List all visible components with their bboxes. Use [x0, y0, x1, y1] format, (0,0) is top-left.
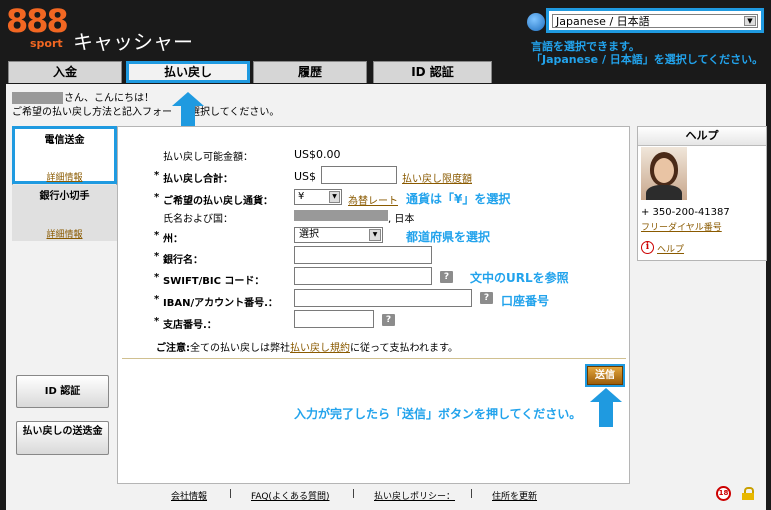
- username-redacted: [12, 92, 63, 104]
- logo-888: 888: [6, 2, 69, 40]
- tab-deposit[interactable]: 入金: [8, 61, 122, 83]
- help-phone: + 350-200-41387: [641, 207, 730, 218]
- required-mark: *: [154, 251, 160, 262]
- divider: [122, 358, 626, 359]
- greeting-line-2: ご希望の払い戻し方法と記入フォー 選択してください。: [12, 106, 279, 119]
- tab-withdraw[interactable]: 払い戻し: [126, 61, 250, 83]
- iban-annotation: 口座番号: [501, 294, 550, 308]
- id-verify-button[interactable]: ID 認証: [16, 375, 109, 408]
- state-select-value: 選択: [299, 229, 319, 240]
- method-title: 電信送金: [44, 135, 85, 146]
- arrow-stem: [181, 106, 195, 128]
- notice-text: ご注意:全ての払い戻しは弊社払い戻し規約に従って支払われます。: [156, 339, 458, 354]
- footer-link-company[interactable]: 会社情報: [171, 489, 207, 502]
- name-redacted: [294, 210, 388, 221]
- required-mark: *: [154, 230, 160, 241]
- available-label: 払い戻し可能金額：: [163, 152, 253, 163]
- footer-sep: |: [229, 489, 233, 499]
- arrow-up-icon: [172, 92, 204, 106]
- state-annotation: 都道府県を選択: [406, 230, 491, 244]
- bank-name-input[interactable]: [294, 246, 432, 264]
- address-button[interactable]: 払い戻しの送迭金: [16, 421, 109, 455]
- name-country-suffix: , 日本: [388, 214, 415, 225]
- currency-select[interactable]: ¥ ▼: [294, 189, 342, 205]
- branch-label: 支店番号.：: [163, 320, 217, 331]
- footer-sep: |: [470, 489, 474, 499]
- branch-input[interactable]: [294, 310, 374, 328]
- notice-mid: 全ての払い戻しは弊社: [190, 343, 290, 354]
- required-mark: *: [154, 272, 160, 283]
- currency-annotation: 通貨は「¥」を選択: [406, 192, 511, 206]
- footer-link-faq[interactable]: FAQ(よくある質問): [251, 489, 329, 502]
- chevron-down-icon[interactable]: ▼: [369, 229, 381, 241]
- chevron-down-icon[interactable]: ▼: [744, 16, 756, 26]
- method-info-link[interactable]: 詳細情報: [12, 227, 117, 240]
- total-prefix: US$: [294, 170, 317, 183]
- language-note-2: 「Japanese / 日本語」を選択してください。: [531, 53, 764, 66]
- method-wire-transfer[interactable]: 電信送金 詳細情報: [12, 126, 117, 184]
- required-mark: *: [154, 170, 160, 181]
- swift-annotation: 文中のURLを参照: [470, 271, 569, 285]
- chevron-down-icon[interactable]: ▼: [329, 191, 340, 203]
- page-title: キャッシャー: [73, 30, 193, 54]
- submit-button[interactable]: 送信: [585, 364, 625, 387]
- method-bank-check[interactable]: 銀行小切手 詳細情報: [12, 185, 117, 241]
- required-mark: *: [154, 192, 160, 203]
- required-mark: *: [154, 294, 160, 305]
- state-select[interactable]: 選択 ▼: [294, 227, 383, 243]
- limit-link[interactable]: 払い戻し限度額: [402, 170, 472, 185]
- globe-icon: [527, 13, 545, 31]
- help-icon[interactable]: ?: [382, 314, 395, 326]
- method-title: 銀行小切手: [39, 191, 90, 202]
- arrow-stem: [599, 402, 613, 427]
- currency-label: ご希望の払い戻し通貨：: [163, 196, 273, 207]
- terms-link[interactable]: 払い戻し規約: [290, 343, 350, 354]
- lock-icon: [742, 487, 754, 500]
- footer-link-address[interactable]: 住所を更新: [492, 489, 537, 502]
- currency-select-value: ¥: [298, 191, 305, 202]
- tab-id-verify[interactable]: ID 認証: [373, 61, 492, 83]
- state-label: 州：: [163, 234, 183, 245]
- language-select-highlight: Japanese / 日本語 ▼: [546, 8, 764, 33]
- logo-sport: sport: [30, 37, 63, 50]
- footer-sep: |: [352, 489, 356, 499]
- name-country-label: 氏名および国：: [163, 214, 233, 225]
- help-title: ヘルプ: [638, 127, 766, 146]
- language-select[interactable]: Japanese / 日本語 ▼: [552, 14, 758, 28]
- language-select-value: Japanese / 日本語: [556, 15, 650, 28]
- bank-name-label: 銀行名：: [163, 255, 203, 266]
- swift-label: SWIFT/BIC コード：: [163, 276, 265, 287]
- info-icon: i: [641, 241, 654, 254]
- footer-link-policy[interactable]: 払い戻しポリシー：: [374, 489, 455, 502]
- required-mark: *: [154, 316, 160, 327]
- tab-history[interactable]: 履歴: [253, 61, 367, 83]
- notice-prefix: ご注意:: [156, 343, 190, 354]
- submit-annotation: 入力が完了したら「送信」ボタンを押してください。: [294, 407, 582, 421]
- method-info-link[interactable]: 詳細情報: [15, 170, 114, 183]
- exchange-rate-link[interactable]: 為替レート: [348, 192, 398, 207]
- age-18-icon: 18: [716, 486, 731, 501]
- total-amount-input[interactable]: [321, 166, 397, 184]
- arrow-up-icon: [590, 388, 622, 402]
- available-value: US$0.00: [294, 148, 341, 161]
- support-agent-photo: [641, 147, 687, 200]
- greeting-line-2-end: 選択してください。: [190, 107, 280, 118]
- greeting-line-2-start: ご希望の払い戻し方法と記入フォー: [12, 107, 172, 118]
- iban-label: IBAN/アカウント番号.：: [163, 298, 278, 309]
- swift-input[interactable]: [294, 267, 432, 285]
- help-icon[interactable]: ?: [480, 292, 493, 304]
- iban-input[interactable]: [294, 289, 472, 307]
- greeting-line-1: さん、こんにちは！: [64, 93, 154, 104]
- freedial-link[interactable]: フリーダイヤル番号: [641, 220, 722, 233]
- help-link[interactable]: ヘルプ: [657, 242, 684, 255]
- help-icon[interactable]: ?: [440, 271, 453, 283]
- notice-suffix: に従って支払われます。: [350, 343, 458, 354]
- total-label: 払い戻し合計：: [163, 174, 233, 185]
